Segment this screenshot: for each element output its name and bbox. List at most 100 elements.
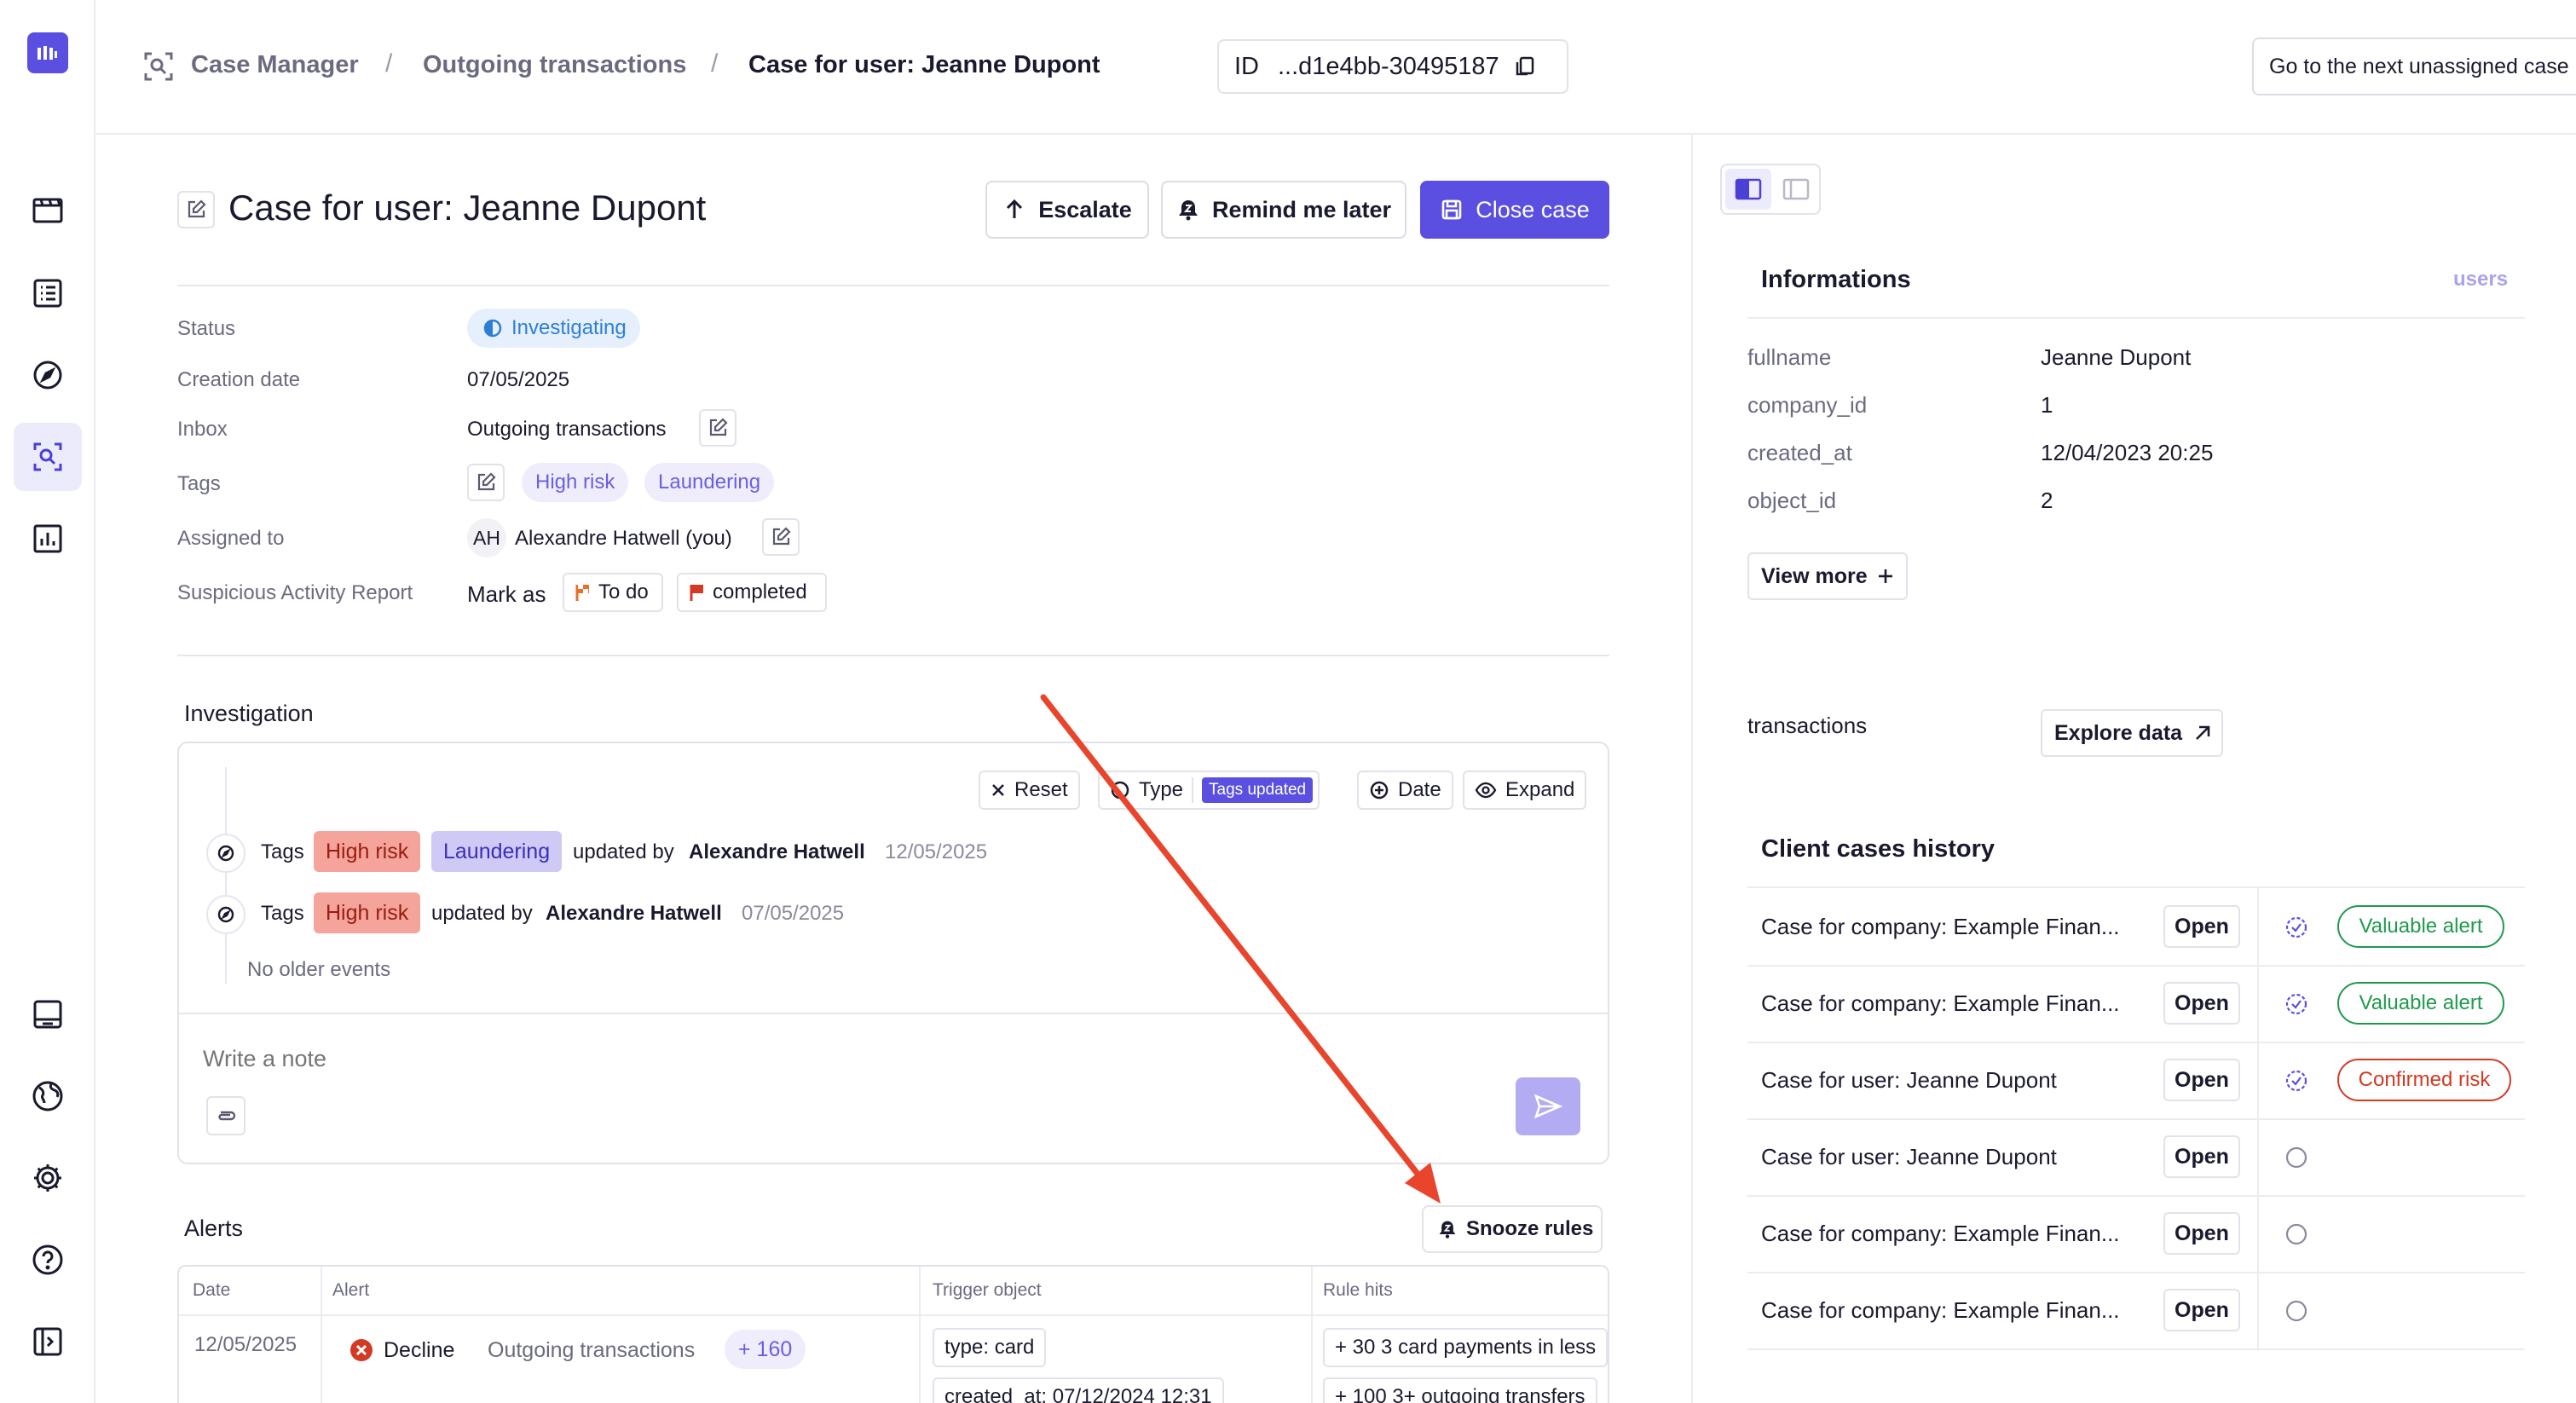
breadcrumb-current: Case for user: Jeanne Dupont	[748, 51, 1100, 78]
creation-date-label: Creation date	[177, 368, 301, 391]
sidebar-item-panel[interactable]	[14, 980, 82, 1048]
status-badge[interactable]: Investigating	[467, 309, 640, 348]
alert-date: 12/05/2025	[194, 1333, 297, 1356]
history-case-name[interactable]: Case for user: Jeanne Dupont	[1761, 1067, 2057, 1094]
layout-full-button[interactable]	[1773, 169, 1819, 210]
rule-hit-chip[interactable]: + 100 3+ outgoing transfers	[1323, 1377, 1597, 1403]
snooze-rules-button[interactable]: Snooze rules	[1422, 1205, 1603, 1253]
event-date: 12/05/2025	[885, 840, 988, 863]
external-link-icon	[2192, 723, 2213, 743]
send-note-button[interactable]	[1516, 1077, 1580, 1135]
escalate-button[interactable]: Escalate	[985, 181, 1149, 239]
copy-icon[interactable]	[1513, 55, 1537, 78]
save-icon	[1440, 198, 1464, 222]
attach-button[interactable]	[206, 1096, 245, 1135]
sidebar-item-globe[interactable]	[14, 1062, 82, 1130]
reviewed-check-icon	[2284, 1069, 2308, 1093]
field-label: fullname	[1747, 344, 1832, 370]
divider	[1747, 1272, 2525, 1273]
open-case-button[interactable]: Open	[2163, 1289, 2240, 1331]
event-date: 07/05/2025	[742, 902, 845, 925]
event-tag-high-risk: High risk	[314, 831, 421, 872]
panel-icon	[31, 997, 65, 1031]
divider	[1747, 1195, 2525, 1197]
history-case-name[interactable]: Case for company: Example Finan...	[1761, 1221, 2120, 1247]
no-older-events: No older events	[247, 958, 391, 981]
history-case-name[interactable]: Case for user: Jeanne Dupont	[1761, 1144, 2057, 1170]
remind-me-later-button[interactable]: Remind me later	[1161, 181, 1406, 239]
history-case-name[interactable]: Case for company: Example Finan...	[1761, 914, 2120, 940]
creation-date-value: 07/05/2025	[467, 368, 570, 391]
open-case-button[interactable]: Open	[2163, 1059, 2240, 1101]
edit-icon	[770, 526, 792, 548]
send-icon	[1533, 1094, 1562, 1119]
investigation-title: Investigation	[184, 701, 314, 726]
view-more-button[interactable]: View more	[1747, 552, 1908, 600]
tag-event-icon	[217, 844, 235, 863]
next-case-label: Go to the next unassigned case	[2269, 54, 2569, 78]
alerts-title: Alerts	[184, 1215, 244, 1241]
assigned-label: Assigned to	[177, 527, 285, 550]
sidebar-item-film[interactable]	[14, 176, 82, 244]
tags-label: Tags	[177, 472, 221, 495]
sar-todo-button[interactable]: To do	[563, 573, 663, 612]
column-divider	[2257, 1272, 2259, 1348]
sidebar-item-case-manager[interactable]	[14, 423, 82, 491]
edit-title-button[interactable]	[177, 191, 215, 228]
flag-icon	[689, 583, 706, 602]
paperclip-icon	[214, 1104, 238, 1128]
breadcrumb-case-manager[interactable]: Case Manager	[191, 51, 359, 79]
close-icon	[991, 782, 1006, 798]
history-case-name[interactable]: Case for company: Example Finan...	[1761, 1297, 2120, 1324]
breadcrumb-inbox[interactable]: Outgoing transactions	[423, 51, 686, 79]
next-unassigned-case-button[interactable]: Go to the next unassigned case	[2252, 38, 2576, 95]
open-case-button[interactable]: Open	[2163, 1212, 2240, 1255]
edit-tags-button[interactable]	[467, 464, 505, 501]
edit-inbox-button[interactable]	[699, 409, 736, 447]
view-more-label: View more	[1761, 563, 1868, 588]
informations-title: Informations	[1761, 266, 1911, 293]
expand-button[interactable]: Expand	[1463, 771, 1587, 810]
explore-data-button[interactable]: Explore data	[2041, 709, 2223, 757]
rule-hit-chip[interactable]: + 30 3 card payments in less	[1323, 1328, 1608, 1367]
column-header-rule-hits: Rule hits	[1323, 1280, 1393, 1300]
alert-count-badge[interactable]: + 160	[725, 1330, 806, 1369]
open-case-button[interactable]: Open	[2163, 1135, 2240, 1178]
inbox-value: Outgoing transactions	[467, 418, 667, 441]
open-case-button[interactable]: Open	[2163, 905, 2240, 948]
sidebar-item-toggle[interactable]	[14, 1308, 82, 1376]
layout-split-button[interactable]	[1725, 169, 1771, 210]
sidebar-item-help[interactable]	[14, 1226, 82, 1294]
app-logo[interactable]	[27, 32, 68, 73]
close-case-button[interactable]: Close case	[1420, 181, 1609, 239]
case-id-label: ID	[1234, 52, 1259, 80]
sar-mark-as: Mark as	[467, 581, 546, 607]
divider	[1747, 1042, 2525, 1043]
sidebar-item-explore[interactable]	[14, 341, 82, 409]
field-label: object_id	[1747, 488, 1837, 513]
case-status-badge: Confirmed risk	[2337, 1059, 2511, 1101]
film-icon	[31, 193, 65, 227]
column-divider	[321, 1267, 322, 1403]
pending-circle-icon	[2284, 1299, 2308, 1323]
sidebar-item-list[interactable]	[14, 259, 82, 327]
edit-icon	[707, 417, 729, 439]
sidebar-item-settings[interactable]	[14, 1144, 82, 1212]
help-icon	[31, 1243, 65, 1277]
history-case-name[interactable]: Case for company: Example Finan...	[1761, 990, 2120, 1017]
status-value: Investigating	[511, 316, 627, 339]
explore-data-label: Explore data	[2054, 720, 2183, 745]
compass-icon	[31, 358, 65, 392]
reviewed-check-icon	[2284, 992, 2308, 1016]
divider	[1747, 317, 2525, 319]
field-value: Jeanne Dupont	[2041, 344, 2192, 370]
column-divider	[919, 1267, 921, 1403]
top-header: Case Manager / Outgoing transactions / C…	[95, 0, 2576, 135]
list-icon	[31, 276, 65, 310]
edit-assignee-button[interactable]	[762, 518, 800, 556]
event-tag-high-risk: High risk	[314, 892, 421, 933]
field-label: created_at	[1747, 440, 1852, 465]
open-case-button[interactable]: Open	[2163, 982, 2240, 1025]
sar-completed-button[interactable]: completed	[677, 573, 827, 612]
sidebar-item-analytics[interactable]	[14, 505, 82, 573]
